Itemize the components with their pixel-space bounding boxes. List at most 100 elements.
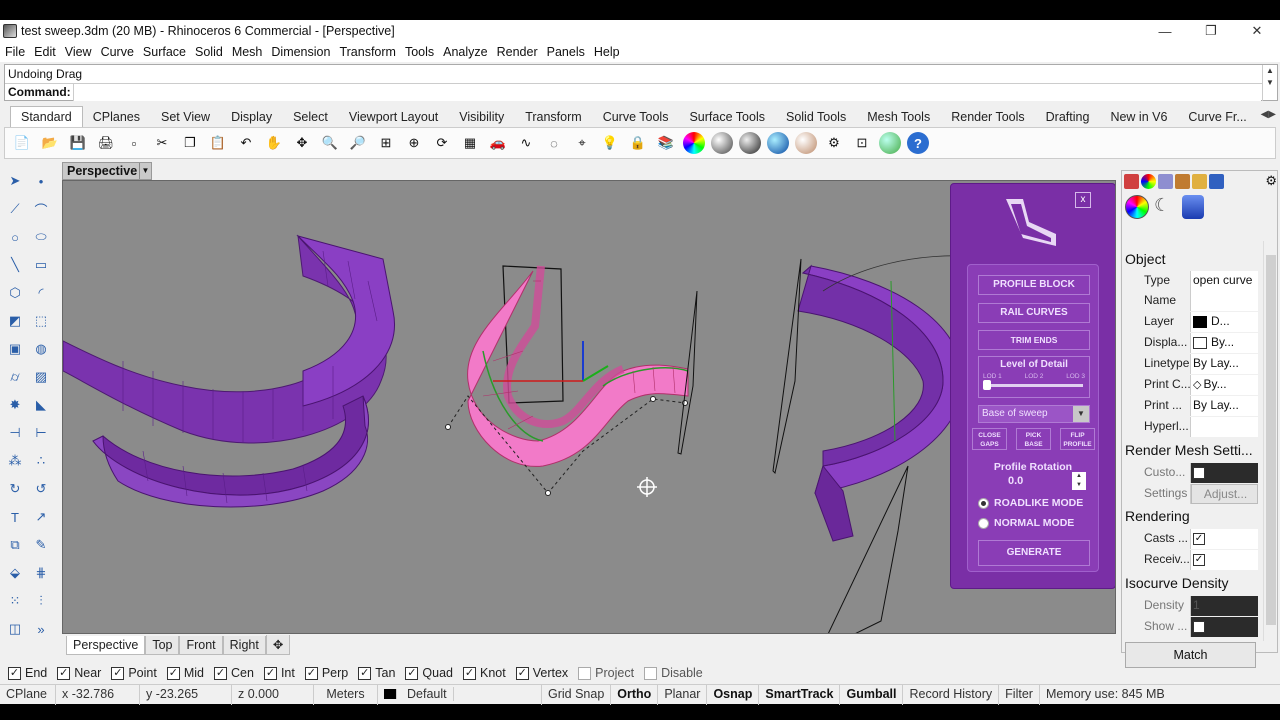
osnap-project-checkbox[interactable] [578, 666, 592, 680]
vp-tab-front[interactable]: Front [179, 635, 223, 655]
minimize-button[interactable]: — [1142, 20, 1188, 42]
generate-button[interactable]: GENERATE [978, 540, 1090, 566]
rail-curves-button[interactable]: RAIL CURVES [978, 303, 1090, 323]
status-planar[interactable]: Planar [658, 684, 708, 705]
tab-transform[interactable]: Transform [515, 107, 593, 127]
array-icon[interactable]: ⋕ [30, 562, 52, 584]
color-wheel-icon[interactable] [683, 132, 705, 154]
menu-solid[interactable]: Solid [195, 45, 223, 59]
prop-layer-dropdown[interactable]: D... [1191, 312, 1258, 332]
properties-scrollbar[interactable] [1263, 241, 1277, 641]
osnap-cen-checkbox[interactable]: ✓ [214, 666, 227, 680]
osnap-quad-checkbox[interactable]: ✓ [405, 666, 419, 680]
status-record-history[interactable]: Record History [903, 684, 1000, 705]
edit-icon[interactable]: ✎ [30, 534, 52, 556]
panel-gear-icon[interactable]: ⚙ [1265, 173, 1277, 189]
tab-curve-from[interactable]: Curve Fr... [1178, 107, 1257, 127]
menu-tools[interactable]: Tools [405, 45, 434, 59]
osnap-disable-checkbox[interactable] [644, 666, 658, 680]
menu-mesh[interactable]: Mesh [232, 45, 263, 59]
zoom-selected-icon[interactable]: ⊕ [403, 132, 425, 154]
zoom-window-icon[interactable]: 🔎 [347, 132, 369, 154]
osnap-mid[interactable]: ✓ Mid [166, 666, 204, 680]
osnap-mid-checkbox[interactable]: ✓ [166, 666, 180, 680]
trim-icon[interactable]: ⊣ [4, 422, 26, 444]
pan-hand-icon[interactable]: ✋ [263, 132, 285, 154]
zoom-icon[interactable]: 🔍 [319, 132, 341, 154]
analyze-icon[interactable]: ⫶ [30, 590, 52, 612]
text-icon[interactable]: T [4, 506, 26, 528]
print-icon[interactable]: 🖨 [95, 132, 117, 154]
menu-edit[interactable]: Edit [34, 45, 56, 59]
osnap-project[interactable]: Project [578, 666, 634, 680]
tab-surface-tools[interactable]: Surface Tools [679, 107, 776, 127]
viewport-title[interactable]: Perspective ▼ [62, 162, 152, 180]
car-icon[interactable]: 🚗 [487, 132, 509, 154]
more-tools-icon[interactable]: » [30, 618, 52, 640]
split-icon[interactable]: ⊢ [30, 422, 52, 444]
export-icon[interactable]: ▫ [123, 132, 145, 154]
status-layer[interactable]: Default [378, 684, 542, 705]
roadlike-mode-radio[interactable]: ROADLIKE MODE [978, 497, 1083, 509]
point-icon[interactable]: • [30, 170, 52, 192]
menu-analyze[interactable]: Analyze [443, 45, 487, 59]
menu-help[interactable]: Help [594, 45, 620, 59]
menu-render[interactable]: Render [497, 45, 538, 59]
osnap-near-checkbox[interactable]: ✓ [57, 666, 71, 680]
status-cplane[interactable]: CPlane [0, 684, 56, 705]
command-scrollbar[interactable]: ▲ ▼ [1262, 65, 1277, 101]
vp-tab-top[interactable]: Top [145, 635, 180, 655]
polyline-icon[interactable]: ⟋ [4, 198, 26, 220]
camera-tab-icon[interactable] [1209, 173, 1224, 189]
osnap-int-checkbox[interactable]: ✓ [263, 666, 277, 680]
tab-drafting[interactable]: Drafting [1036, 107, 1101, 127]
osnap-near[interactable]: ✓ Near [57, 666, 101, 680]
osnap-vertex[interactable]: ✓ Vertex [515, 666, 568, 680]
paste-icon[interactable]: 📋 [207, 132, 229, 154]
prop-linetype-dropdown[interactable]: By Lay... [1191, 354, 1258, 374]
folder-tab-icon[interactable] [1192, 173, 1207, 189]
plugin-close-button[interactable]: x [1075, 192, 1091, 208]
menu-view[interactable]: View [65, 45, 92, 59]
new-file-icon[interactable]: 📄 [11, 132, 33, 154]
vp-tab-right[interactable]: Right [222, 635, 266, 655]
osnap-knot-checkbox[interactable]: ✓ [463, 666, 476, 680]
status-grid-snap[interactable]: Grid Snap [542, 684, 612, 705]
material-icon[interactable]: ☾ [1154, 195, 1178, 219]
tab-solid-tools[interactable]: Solid Tools [776, 107, 857, 127]
options-grid-icon[interactable]: ⊡ [851, 132, 873, 154]
prop-display-dropdown[interactable]: By... [1191, 333, 1258, 353]
osnap-quad[interactable]: ✓ Quad [405, 666, 453, 680]
save-icon[interactable]: 💾 [67, 132, 89, 154]
tab-select[interactable]: Select [283, 107, 339, 127]
dimension-icon[interactable]: ↗ [30, 506, 52, 528]
rendered-sphere-icon[interactable] [739, 132, 761, 154]
receive-shadows-checkbox[interactable]: ✓ [1193, 553, 1205, 566]
fillet-icon[interactable]: ◣ [30, 394, 52, 416]
render-teapot-icon[interactable] [795, 132, 817, 154]
materials-tab-icon[interactable] [1124, 173, 1139, 189]
tab-curve-tools[interactable]: Curve Tools [593, 107, 680, 127]
tab-set-view[interactable]: Set View [151, 107, 221, 127]
status-gumball[interactable]: Gumball [840, 684, 904, 705]
light-bulb-icon[interactable]: 💡 [599, 132, 621, 154]
tab-mesh-tools[interactable]: Mesh Tools [857, 107, 941, 127]
point-grid-icon[interactable]: ⁙ [4, 590, 26, 612]
adjust-button[interactable]: Adjust... [1191, 484, 1258, 504]
vp-tab-perspective[interactable]: Perspective [66, 635, 146, 655]
tab-viewport-layout[interactable]: Viewport Layout [339, 107, 449, 127]
prop-name-field[interactable] [1191, 291, 1258, 311]
globe-icon[interactable] [879, 132, 901, 154]
tab-cplanes[interactable]: CPlanes [83, 107, 151, 127]
osnap-knot[interactable]: ✓ Knot [463, 666, 506, 680]
show-isocurves-checkbox[interactable] [1193, 620, 1205, 633]
surface-icon[interactable]: ◩ [4, 310, 26, 332]
close-gaps-button[interactable]: CLOSE GAPS [972, 428, 1007, 450]
close-button[interactable]: ✕ [1234, 20, 1280, 42]
lights-tab-icon[interactable] [1158, 173, 1173, 189]
rotate-obj-icon[interactable]: ↻ [4, 478, 26, 500]
lock-icon[interactable]: 🔒 [627, 132, 649, 154]
group-icon[interactable]: ⁂ [4, 450, 26, 472]
point-edit-icon[interactable]: ⌖ [571, 132, 593, 154]
pick-base-button[interactable]: PICK BASE [1016, 428, 1051, 450]
